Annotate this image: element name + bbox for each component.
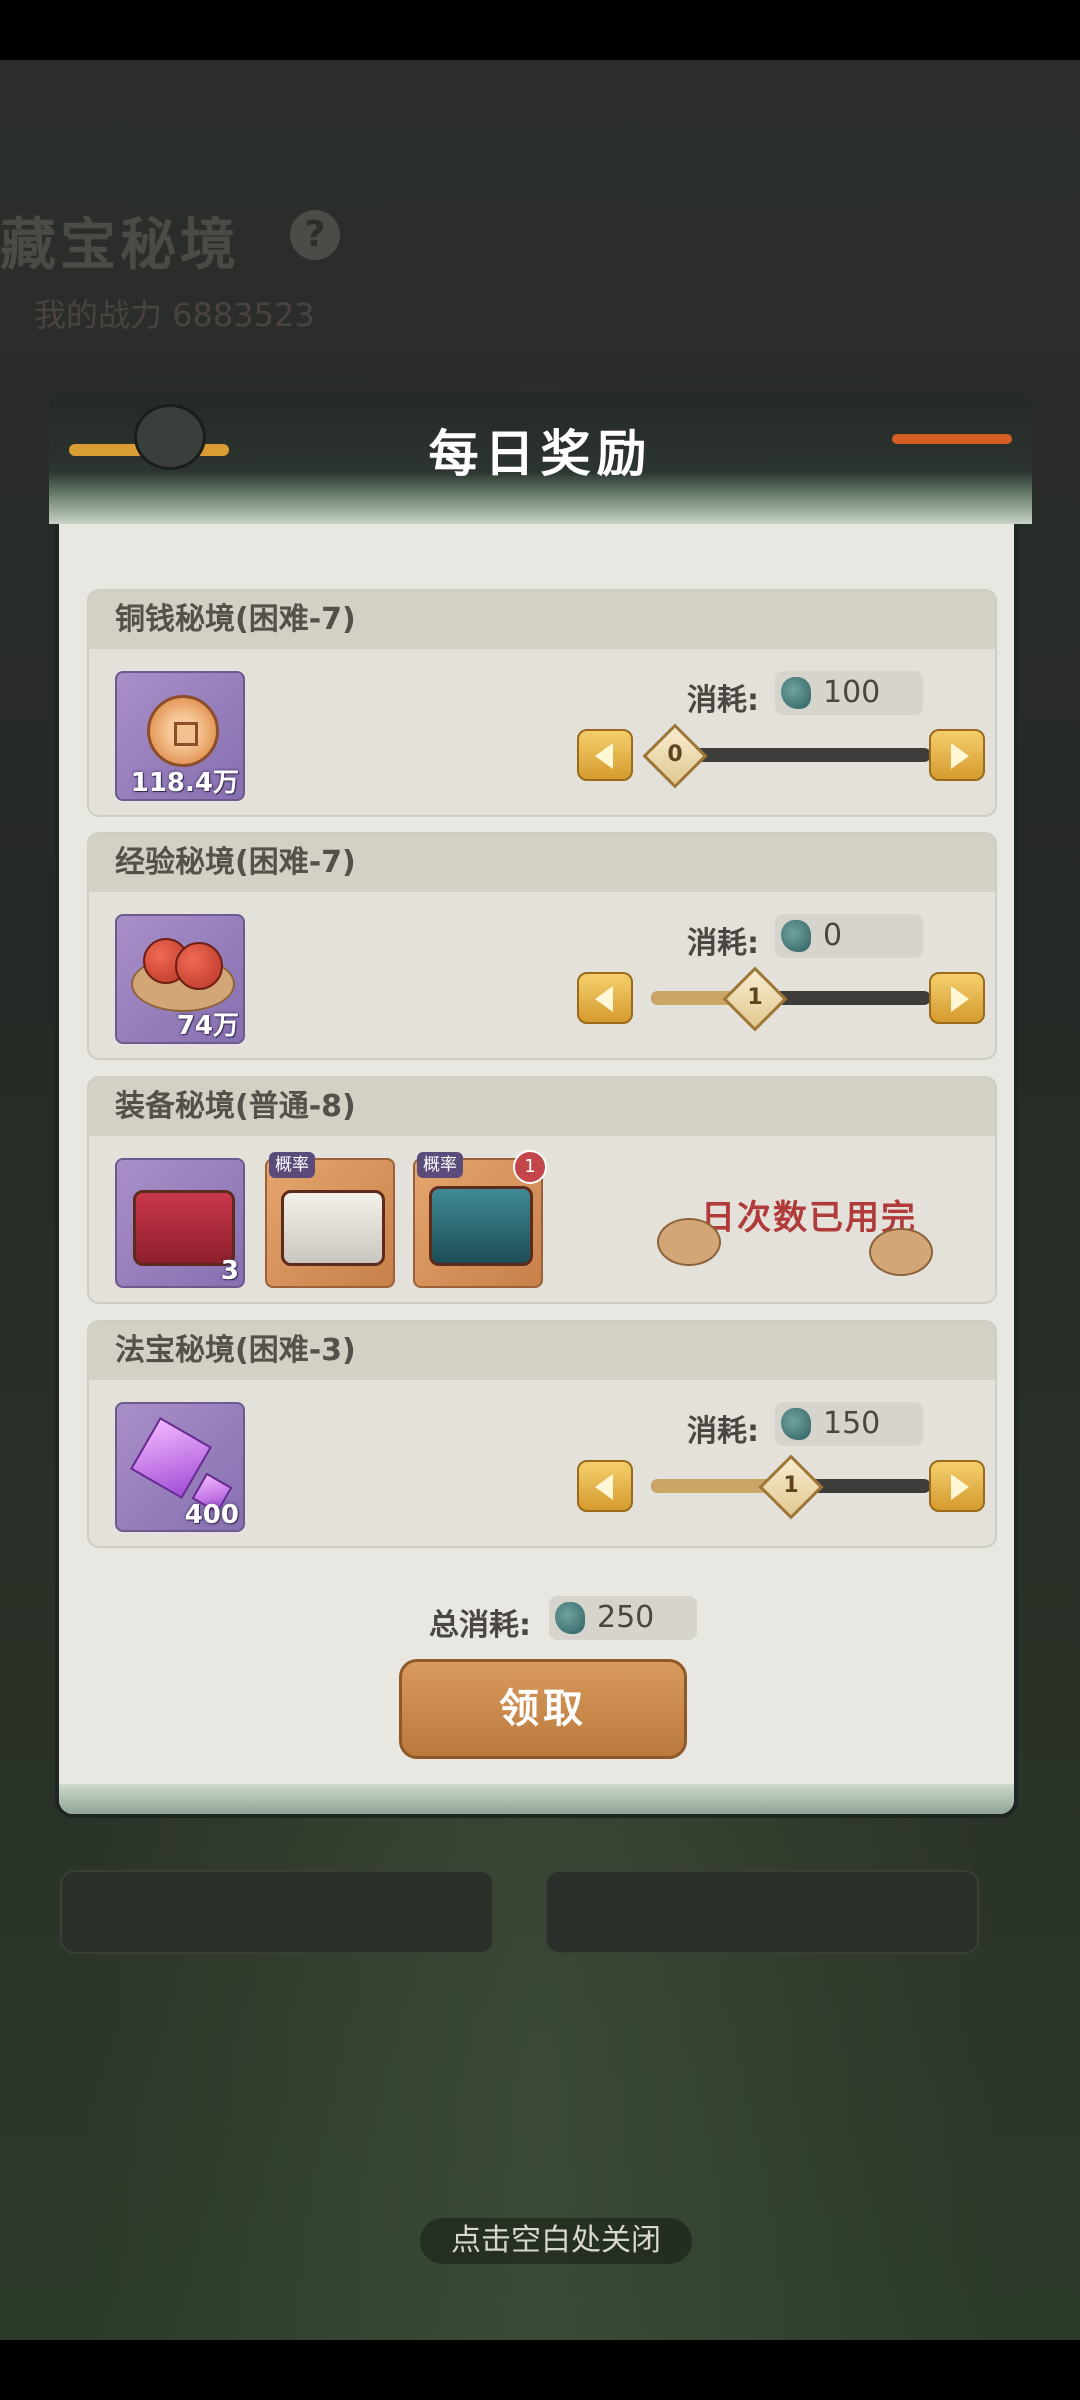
dialog-header: 每日奖励 xyxy=(49,394,1032,524)
probability-badge: 概率 xyxy=(269,1152,315,1178)
section-equipment: 装备秘境(普通-8) 3 概率 概率 1 日次数已用完 xyxy=(87,1076,997,1304)
red-chest-icon[interactable]: 3 xyxy=(115,1158,245,1288)
quantity-slider[interactable] xyxy=(651,991,931,1005)
cost-label: 消耗: xyxy=(687,926,759,961)
blue-chest-icon[interactable]: 概率 1 xyxy=(413,1150,547,1288)
background-power: 我的战力 6883523 xyxy=(34,296,315,334)
spirit-currency-icon xyxy=(781,920,811,952)
count-badge: 1 xyxy=(513,1150,547,1184)
close-hint[interactable]: 点击空白处关闭 xyxy=(420,2218,692,2264)
status-bar xyxy=(0,0,1080,60)
copper-coin-icon[interactable]: 118.4万 xyxy=(115,671,245,801)
white-chest-icon[interactable]: 概率 xyxy=(265,1152,395,1288)
slider-value: 0 xyxy=(667,742,683,767)
section-title: 经验秘境(困难-7) xyxy=(89,834,995,892)
coin-art xyxy=(147,695,219,767)
probability-badge: 概率 xyxy=(417,1152,463,1178)
purple-crystal-icon[interactable]: 400 xyxy=(115,1402,245,1532)
section-title: 铜钱秘境(困难-7) xyxy=(89,591,995,649)
item-count: 118.4万 xyxy=(130,768,239,798)
increase-button[interactable] xyxy=(929,729,985,781)
section-title: 法宝秘境(困难-3) xyxy=(89,1322,995,1380)
dialog-bottom-decoration xyxy=(59,1784,1014,1814)
item-count: 3 xyxy=(220,1256,239,1286)
background-button-left xyxy=(60,1870,494,1954)
question-icon: ? xyxy=(290,210,340,260)
cost-label: 消耗: xyxy=(687,1414,759,1449)
section-copper: 铜钱秘境(困难-7) 118.4万 消耗: 100 0 xyxy=(87,589,997,817)
claim-button[interactable]: 领取 xyxy=(399,1659,687,1759)
spirit-currency-icon xyxy=(781,677,811,709)
decrease-button[interactable] xyxy=(577,729,633,781)
increase-button[interactable] xyxy=(929,972,985,1024)
slider-value: 1 xyxy=(747,985,763,1010)
dialog-title: 每日奖励 xyxy=(428,425,653,483)
background-title: 藏宝秘境 xyxy=(0,213,240,278)
exp-gourd-icon[interactable]: 74万 xyxy=(115,914,245,1044)
daily-reward-dialog: 每日奖励 铜钱秘境(困难-7) 118.4万 消耗: 100 0 经验秘境(困难… xyxy=(49,394,1032,1818)
mole-icon xyxy=(869,1228,933,1276)
decrease-button[interactable] xyxy=(577,972,633,1024)
item-count: 74万 xyxy=(176,1011,239,1041)
increase-button[interactable] xyxy=(929,1460,985,1512)
total-cost-label: 总消耗: xyxy=(429,1608,531,1643)
mole-icon xyxy=(657,1218,721,1266)
slider-value: 1 xyxy=(783,1473,799,1498)
item-count: 400 xyxy=(184,1500,239,1530)
section-title: 装备秘境(普通-8) xyxy=(89,1078,995,1136)
decrease-button[interactable] xyxy=(577,1460,633,1512)
navigation-bar xyxy=(0,2340,1080,2400)
spirit-currency-icon xyxy=(555,1602,585,1634)
section-treasure: 法宝秘境(困难-3) 400 消耗: 150 1 xyxy=(87,1320,997,1548)
section-experience: 经验秘境(困难-7) 74万 消耗: 0 1 xyxy=(87,832,997,1060)
cost-label: 消耗: xyxy=(687,683,759,718)
spirit-currency-icon xyxy=(781,1408,811,1440)
background-button-right xyxy=(545,1870,979,1954)
